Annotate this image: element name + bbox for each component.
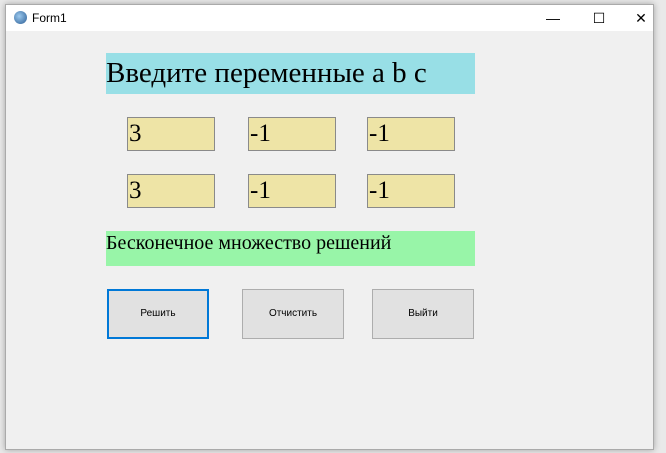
form-window: Form1 — ☐ ✕ Введите переменные a b c 3 -… bbox=[5, 4, 654, 450]
input-c-1[interactable]: -1 bbox=[367, 117, 455, 151]
result-label: Бесконечное множество решений bbox=[106, 231, 475, 266]
solve-button[interactable]: Решить bbox=[107, 289, 209, 339]
prompt-label: Введите переменные a b c bbox=[106, 53, 475, 94]
title-bar[interactable]: Form1 — ☐ ✕ bbox=[6, 5, 653, 31]
maximize-button[interactable]: ☐ bbox=[577, 5, 621, 31]
input-a-2[interactable]: 3 bbox=[127, 174, 215, 208]
input-c-2[interactable]: -1 bbox=[367, 174, 455, 208]
exit-button[interactable]: Выйти bbox=[372, 289, 474, 339]
input-a-1[interactable]: 3 bbox=[127, 117, 215, 151]
input-b-2[interactable]: -1 bbox=[248, 174, 336, 208]
window-title: Form1 bbox=[32, 11, 67, 25]
app-icon bbox=[14, 11, 27, 24]
input-b-1[interactable]: -1 bbox=[248, 117, 336, 151]
minimize-button[interactable]: — bbox=[531, 5, 575, 31]
clear-button[interactable]: Отчистить bbox=[242, 289, 344, 339]
close-button[interactable]: ✕ bbox=[619, 5, 663, 31]
